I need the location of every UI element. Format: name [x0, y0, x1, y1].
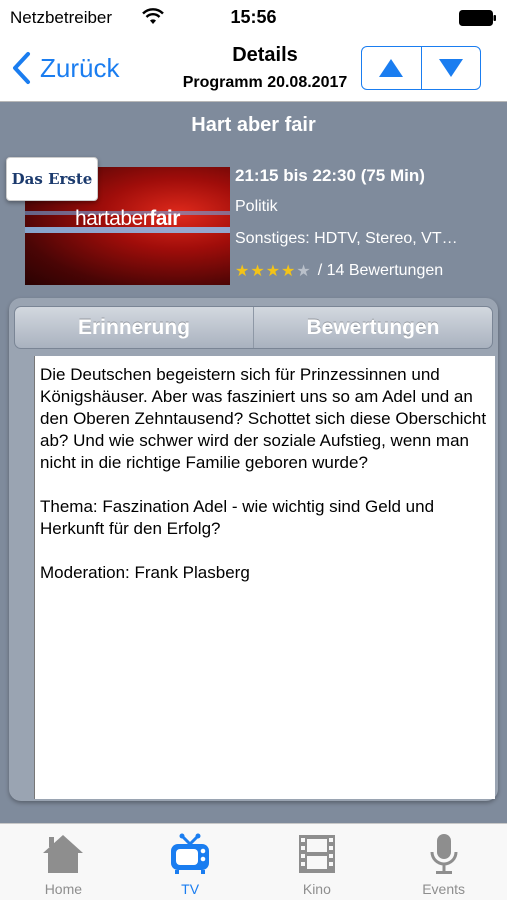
star-filled-icon: ★ [281, 263, 296, 280]
navigation-bar: Zurück Details Programm 20.08.2017 [0, 36, 507, 102]
tab-bar: Home TV Kino Events [0, 823, 507, 900]
description-paragraph: Moderation: Frank Plasberg [40, 563, 250, 582]
battery-icon [459, 10, 496, 26]
tab-reminder[interactable]: Erinnerung [15, 307, 253, 348]
tab-label: TV [181, 881, 200, 897]
rating-stars: ★ ★ ★ ★ ★ [235, 261, 312, 281]
tab-label: Kino [302, 881, 331, 897]
description-paragraph: Thema: Faszination Adel - wie wichtig si… [40, 497, 435, 538]
film-icon [298, 835, 335, 873]
tab-label: Events [422, 881, 466, 897]
status-bar: Netzbetreiber 15:56 [0, 0, 507, 36]
tv-icon [171, 833, 210, 874]
rating: ★ ★ ★ ★ ★ / 14 Bewertungen [235, 261, 443, 281]
show-logo-light: hartaber [75, 207, 150, 230]
home-icon [43, 835, 84, 873]
detail-panel: Erinnerung Bewertungen Die Deutschen beg… [9, 298, 498, 801]
star-filled-icon: ★ [250, 263, 265, 280]
tab-events[interactable]: Events [380, 824, 507, 900]
tab-label: Home [44, 881, 83, 897]
tab-kino[interactable]: Kino [254, 824, 381, 900]
tab-tv[interactable]: TV [127, 824, 254, 900]
rating-count: / 14 Bewertungen [317, 262, 444, 279]
arrow-down-icon [438, 59, 463, 77]
previous-button[interactable] [362, 47, 421, 89]
prev-next-segment [361, 46, 481, 90]
tab-home[interactable]: Home [0, 824, 127, 900]
chevron-left-icon [13, 52, 30, 84]
misc-info: Sonstiges: HDTV, Stereo, VT… [235, 230, 458, 247]
next-button[interactable] [420, 47, 481, 89]
show-logo-bold: fair [149, 207, 180, 230]
tab-ratings[interactable]: Bewertungen [253, 307, 492, 348]
action-tabs: Erinnerung Bewertungen [14, 306, 493, 349]
description-paragraph: Die Deutschen begeistern sich für Prinze… [40, 365, 487, 472]
genre: Politik [235, 198, 278, 215]
star-filled-icon: ★ [235, 263, 250, 280]
page-title: Details [232, 44, 298, 66]
star-empty-icon: ★ [296, 263, 311, 280]
broadcast-time: 21:15 bis 22:30 (75 Min) [235, 166, 425, 185]
description-text[interactable]: Die Deutschen begeistern sich für Prinze… [34, 356, 495, 799]
star-filled-icon: ★ [265, 263, 281, 280]
panel-rail [14, 356, 34, 799]
channel-logo: Das Erste [6, 157, 98, 201]
arrow-up-icon [379, 59, 404, 77]
back-label: Zurück [40, 52, 120, 83]
page-subtitle: Programm 20.08.2017 [182, 74, 348, 91]
show-logo: hartaberfair [75, 207, 180, 231]
detail-content: Hart aber fair hartaberfair Das Erste 21… [0, 102, 507, 823]
show-title: Hart aber fair [191, 114, 316, 136]
clock: 15:56 [230, 7, 277, 27]
microphone-icon [430, 834, 458, 874]
back-button[interactable]: Zurück [10, 48, 119, 88]
